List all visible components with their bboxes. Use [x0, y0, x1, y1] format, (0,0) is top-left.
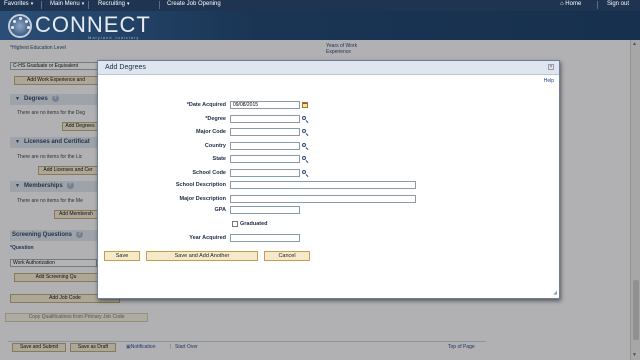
year-acquired-input[interactable] [230, 234, 300, 242]
search-icon[interactable] [302, 156, 308, 163]
handle [305, 132, 308, 136]
state-input[interactable] [230, 155, 300, 163]
dialog-header[interactable]: Add Degrees × [98, 61, 559, 75]
handle [305, 119, 308, 123]
nav-separator [159, 1, 160, 9]
school-code-input[interactable] [230, 169, 300, 177]
search-icon[interactable] [302, 143, 308, 150]
search-icon[interactable] [302, 170, 308, 177]
degree-label: *Degree [205, 116, 226, 122]
dialog-title: Add Degrees [105, 64, 146, 71]
handle [305, 146, 308, 150]
calendar-top-bar [303, 103, 307, 104]
nav-create-job-opening[interactable]: Create Job Opening [167, 1, 221, 7]
nav-main-menu-label: Main Menu [50, 1, 80, 7]
signout-link[interactable]: Sign out [607, 1, 629, 7]
save-button[interactable]: Save [104, 251, 140, 261]
seal-dot [19, 17, 22, 20]
major-code-label: Major Code [196, 129, 226, 135]
search-icon[interactable] [302, 129, 308, 136]
handle [305, 159, 308, 163]
resize-handle-icon[interactable]: ◢ [553, 290, 557, 296]
degree-input[interactable] [230, 115, 300, 123]
date-acquired-input[interactable]: 09/08/2015 [230, 101, 300, 109]
school-code-label: School Code [192, 170, 226, 176]
cancel-button[interactable]: Cancel [264, 251, 310, 261]
nav-favorites[interactable]: Favorites ▾ [4, 1, 33, 7]
nav-recruiting[interactable]: Recruiting ▾ [98, 1, 130, 7]
nav-separator [597, 1, 598, 9]
seal-dot [11, 26, 14, 29]
home-link[interactable]: ⌂ Home [560, 1, 581, 7]
gpa-label: GPA [214, 207, 226, 213]
seal-dot [13, 20, 16, 23]
nav-favorites-label: Favorites [4, 1, 29, 7]
add-degrees-dialog: Add Degrees × Help *Date Acquired 09/08/… [97, 60, 560, 299]
chevron-down-icon: ▾ [81, 1, 85, 7]
major-code-input[interactable] [230, 128, 300, 136]
seal-dot [27, 26, 30, 29]
nav-main-menu[interactable]: Main Menu ▾ [50, 1, 84, 7]
handle [305, 173, 308, 177]
home-label: Home [565, 1, 582, 7]
search-icon[interactable] [302, 116, 308, 123]
country-input[interactable] [230, 142, 300, 150]
chevron-down-icon: ▾ [30, 1, 34, 7]
state-label: State [212, 156, 226, 162]
country-label: Country [204, 143, 226, 149]
close-icon[interactable]: × [548, 64, 554, 70]
seal-logo [8, 14, 32, 38]
date-acquired-label: *Date Acquired [186, 102, 226, 108]
chevron-down-icon: ▾ [127, 1, 130, 7]
school-description-input[interactable] [230, 181, 416, 189]
seal-dot [25, 20, 28, 23]
year-acquired-label: Year Acquired [189, 235, 226, 241]
graduated-label: Graduated [240, 221, 268, 227]
nav-separator [88, 1, 89, 9]
gpa-input[interactable] [230, 206, 300, 214]
major-description-input[interactable] [230, 195, 416, 203]
calendar-icon[interactable] [302, 102, 308, 108]
home-icon: ⌂ [560, 1, 564, 7]
school-description-label: School Description [175, 182, 226, 188]
nav-separator [41, 1, 42, 9]
save-and-add-another-button[interactable]: Save and Add Another [146, 251, 258, 261]
help-link[interactable]: Help [544, 78, 554, 84]
top-nav-bar: Favorites ▾ Main Menu ▾ Recruiting ▾ Create… [0, 0, 640, 11]
major-description-label: Major Description [179, 196, 226, 202]
graduated-checkbox[interactable] [232, 221, 238, 227]
nav-recruiting-label: Recruiting [98, 1, 126, 7]
brand-header: CONNECT Maryland Judiciary [0, 11, 640, 40]
